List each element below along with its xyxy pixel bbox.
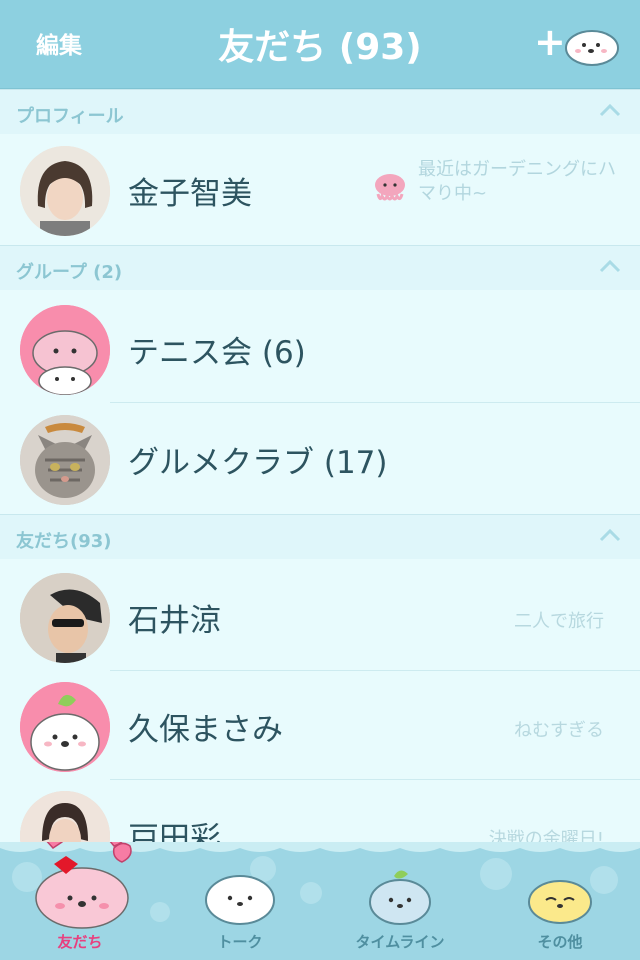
tab-label: その他 xyxy=(537,933,583,951)
group-name: グルメクラブ (17) xyxy=(128,445,388,481)
chevron-up-icon[interactable] xyxy=(598,258,622,274)
tab-timeline[interactable]: タイムライン xyxy=(320,842,480,960)
chevron-up-icon[interactable] xyxy=(598,102,622,118)
divider xyxy=(110,779,640,780)
section-header-friends[interactable]: 友だち(93) xyxy=(0,514,640,559)
seal-mascot-icon xyxy=(565,30,619,66)
section-header-groups[interactable]: グループ (2) xyxy=(0,245,640,290)
seal-with-leaf-icon xyxy=(369,870,431,925)
section-label-friends: 友だち(93) xyxy=(16,531,112,552)
friend-row[interactable]: 石井涼 二人で旅行 xyxy=(0,563,640,671)
chevron-up-icon[interactable] xyxy=(598,527,622,543)
avatar xyxy=(20,305,110,395)
tab-label: 友だち xyxy=(57,933,103,951)
tab-friends[interactable]: 友だち xyxy=(0,842,160,960)
divider xyxy=(110,402,640,403)
friend-status-message: ねむすぎる xyxy=(514,720,604,741)
section-label-groups: グループ (2) xyxy=(16,262,123,283)
friend-name: 久保まさみ xyxy=(128,712,283,748)
jellyfish-icon xyxy=(375,174,405,201)
group-row[interactable]: グルメクラブ (17) xyxy=(0,405,640,513)
tab-more[interactable]: その他 xyxy=(480,842,640,960)
add-friend-button[interactable]: + xyxy=(530,20,630,70)
tab-bar: 友だち トーク タイムライン その他 xyxy=(0,842,640,960)
avatar xyxy=(20,415,110,505)
seal-icon xyxy=(205,875,275,925)
section-header-profile[interactable]: プロフィール xyxy=(0,89,640,134)
avatar xyxy=(20,573,110,663)
divider xyxy=(110,670,640,671)
group-name: テニス会 (6) xyxy=(128,335,306,371)
tab-label: トーク xyxy=(217,933,263,951)
header-bar: 編集 友だち (93) + xyxy=(0,0,640,89)
plus-icon: + xyxy=(534,20,566,64)
avatar xyxy=(20,682,110,772)
seal-with-bow-icon xyxy=(35,842,132,929)
tab-talk[interactable]: トーク xyxy=(160,842,320,960)
profile-name: 金子智美 xyxy=(128,176,252,212)
friend-status-message: 二人で旅行 xyxy=(514,611,604,632)
group-row[interactable]: テニス会 (6) xyxy=(0,295,640,403)
friend-name: 石井涼 xyxy=(128,603,221,639)
profile-row[interactable]: 金子智美 最近はガーデニングにハマり中~ xyxy=(0,136,640,244)
tab-label: タイムライン xyxy=(355,933,445,951)
yellow-seal-icon xyxy=(528,880,592,924)
avatar xyxy=(20,146,110,236)
friend-row[interactable]: 久保まさみ ねむすぎる xyxy=(0,672,640,780)
profile-status-message: 最近はガーデニングにハマり中~ xyxy=(418,159,616,204)
section-label-profile: プロフィール xyxy=(16,106,124,127)
